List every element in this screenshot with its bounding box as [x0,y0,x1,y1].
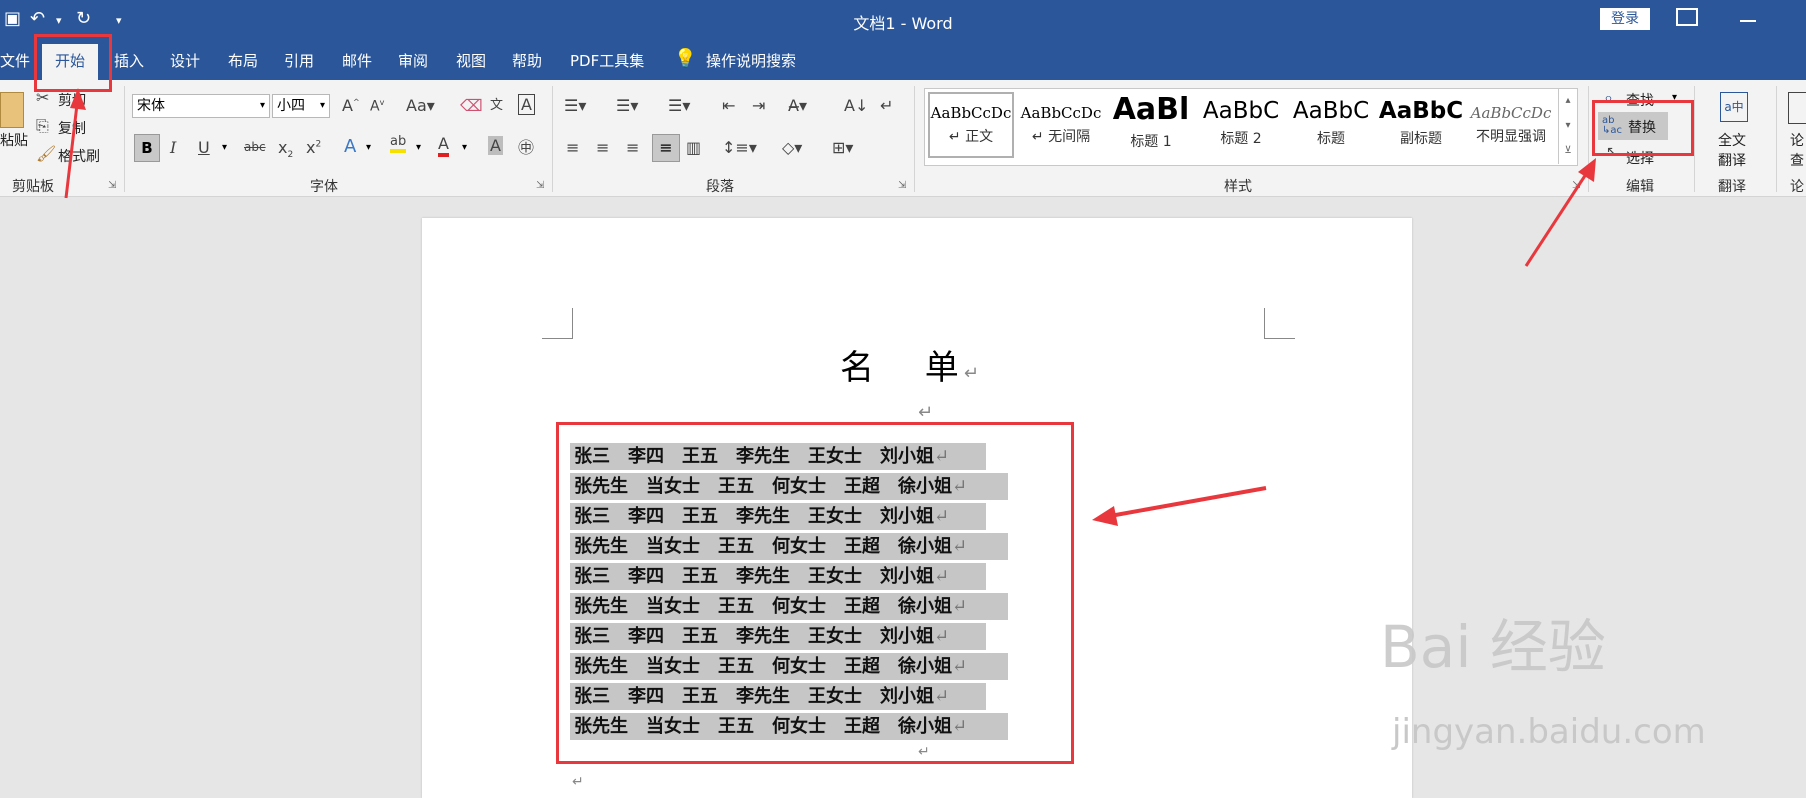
arrow-to-replace [1524,158,1596,267]
arrow-to-text [1092,486,1267,526]
baidu-watermark: Bai 经验 [1380,613,1606,681]
baidu-watermark-url: jingyan.baidu.com [1392,712,1706,752]
arrow-to-home-tab [64,88,86,199]
